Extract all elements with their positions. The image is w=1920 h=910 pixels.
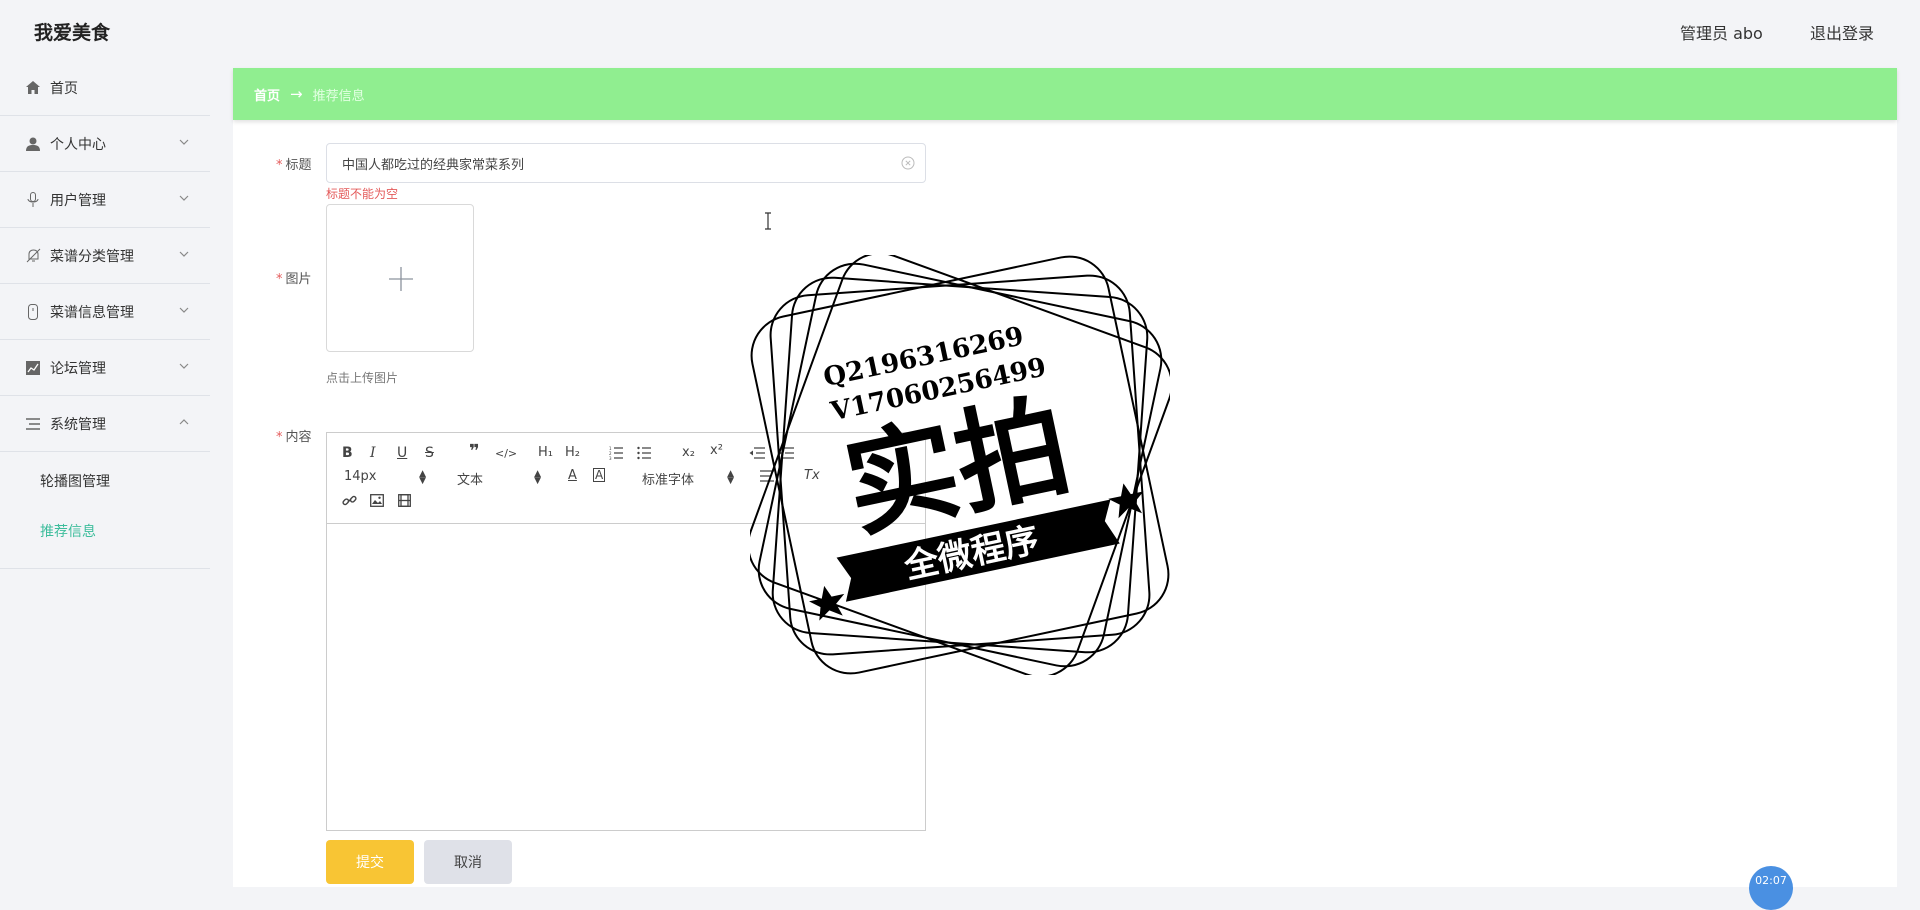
sidebar-item-recipe-category[interactable]: 菜谱分类管理	[0, 228, 210, 284]
image-label: * 图片	[276, 272, 312, 287]
required-mark: *	[276, 430, 283, 445]
title-error-message: 标题不能为空	[326, 187, 399, 201]
indent-decrease-icon[interactable]	[749, 446, 765, 460]
breadcrumb-home-link[interactable]: 首页	[254, 85, 280, 104]
sidebar-item-label: 个人中心	[50, 136, 106, 153]
list-icon	[24, 416, 42, 432]
system-submenu: 轮播图管理 推荐信息	[0, 452, 210, 569]
sidebar-item-label: 论坛管理	[50, 360, 106, 377]
editor-toolbar: B I U S ❞ </> H₁ H₂ 123 x₂ x² 14px ▲ ▼ 文本 ▲…	[327, 433, 925, 524]
link-icon[interactable]	[342, 493, 357, 508]
ordered-list-icon[interactable]: 123	[609, 446, 623, 460]
sidebar: 首页 个人中心 用户管理 菜谱分类管理 菜谱信息管理 论坛管理 系统管理 轮播图…	[0, 60, 210, 887]
clear-icon[interactable]	[901, 156, 915, 170]
sidebar-subitem-recommend[interactable]: 推荐信息	[0, 506, 210, 556]
app-title: 我爱美食	[34, 22, 111, 44]
font-color-button[interactable]: A	[568, 468, 577, 484]
superscript-button[interactable]: x²	[710, 443, 723, 459]
bold-button[interactable]: B	[342, 445, 353, 461]
sidebar-item-home[interactable]: 首页	[0, 60, 210, 116]
sidebar-item-label: 菜谱分类管理	[50, 248, 134, 265]
chart-icon	[24, 360, 42, 376]
sidebar-item-personal-center[interactable]: 个人中心	[0, 116, 210, 172]
device-icon	[24, 303, 42, 320]
italic-button[interactable]: I	[370, 445, 376, 461]
sidebar-item-recipe-info[interactable]: 菜谱信息管理	[0, 284, 210, 340]
bullet-list-icon[interactable]	[637, 446, 651, 460]
sidebar-item-label: 菜谱信息管理	[50, 304, 134, 321]
breadcrumb-separator: →	[290, 85, 303, 103]
chevron-down-icon	[179, 307, 189, 313]
sidebar-item-label: 首页	[50, 80, 78, 97]
plus-icon	[389, 267, 413, 291]
sidebar-item-forum[interactable]: 论坛管理	[0, 340, 210, 396]
font-family-select[interactable]: 标准字体 ▲ ▼	[642, 469, 734, 489]
underline-button[interactable]: U	[397, 445, 407, 461]
sidebar-subitem-carousel[interactable]: 轮播图管理	[0, 456, 210, 506]
breadcrumb-current: 推荐信息	[312, 88, 365, 104]
submit-button[interactable]: 提交	[326, 840, 414, 884]
chevron-down-icon	[179, 195, 189, 201]
floating-timer-button[interactable]: 02:07	[1749, 866, 1793, 910]
chevron-down-icon	[179, 251, 189, 257]
indent-increase-icon[interactable]	[778, 446, 794, 460]
chevron-down-icon	[179, 363, 189, 369]
logout-link[interactable]: 退出登录	[1810, 20, 1874, 44]
person-icon	[24, 136, 42, 152]
header-2-button[interactable]: H₂	[565, 445, 580, 461]
video-icon[interactable]	[398, 494, 411, 507]
sidebar-item-user-management[interactable]: 用户管理	[0, 172, 210, 228]
sidebar-item-label: 用户管理	[50, 192, 106, 209]
header-select[interactable]: 文本 ▲ ▼	[457, 469, 541, 489]
bell-off-icon	[24, 248, 42, 264]
upload-hint: 点击上传图片	[326, 371, 399, 385]
required-mark: *	[276, 158, 283, 173]
sidebar-item-system[interactable]: 系统管理	[0, 396, 210, 452]
breadcrumb: 首页 → 推荐信息	[233, 68, 1897, 120]
home-icon	[24, 80, 42, 96]
code-block-button[interactable]: </>	[495, 446, 517, 462]
clean-format-button[interactable]: Tx	[804, 468, 820, 484]
strike-button[interactable]: S	[425, 445, 434, 461]
cancel-button[interactable]: 取消	[424, 840, 512, 884]
font-size-select[interactable]: 14px ▲ ▼	[344, 469, 426, 486]
header-1-button[interactable]: H₁	[538, 445, 553, 461]
text-cursor-icon	[765, 212, 771, 230]
blockquote-button[interactable]: ❞	[469, 443, 480, 461]
align-icon[interactable]	[760, 470, 774, 482]
required-mark: *	[276, 272, 283, 287]
top-header: 我爱美食 管理员 abo 退出登录	[0, 0, 1920, 60]
main-content: 首页 → 推荐信息 *标题 标题不能为空 *图片 点击上传图片 *内容 B I …	[233, 68, 1897, 887]
editor-content-area[interactable]	[327, 524, 925, 829]
svg-text:3: 3	[609, 456, 612, 460]
chevron-up-icon	[179, 419, 189, 425]
title-input[interactable]	[326, 143, 926, 183]
admin-user-label: 管理员 abo	[1680, 24, 1763, 43]
title-label: * 标题	[276, 158, 312, 173]
subscript-button[interactable]: x₂	[682, 445, 695, 461]
microphone-icon	[24, 191, 42, 208]
content-label: * 内容	[276, 430, 312, 445]
chevron-down-icon	[179, 139, 189, 145]
image-icon[interactable]	[370, 494, 384, 507]
sidebar-item-label: 系统管理	[50, 416, 106, 433]
rich-text-editor: B I U S ❞ </> H₁ H₂ 123 x₂ x² 14px ▲ ▼ 文本 ▲…	[326, 432, 926, 831]
background-color-button[interactable]: A	[593, 468, 606, 482]
image-upload-box[interactable]	[326, 204, 474, 352]
